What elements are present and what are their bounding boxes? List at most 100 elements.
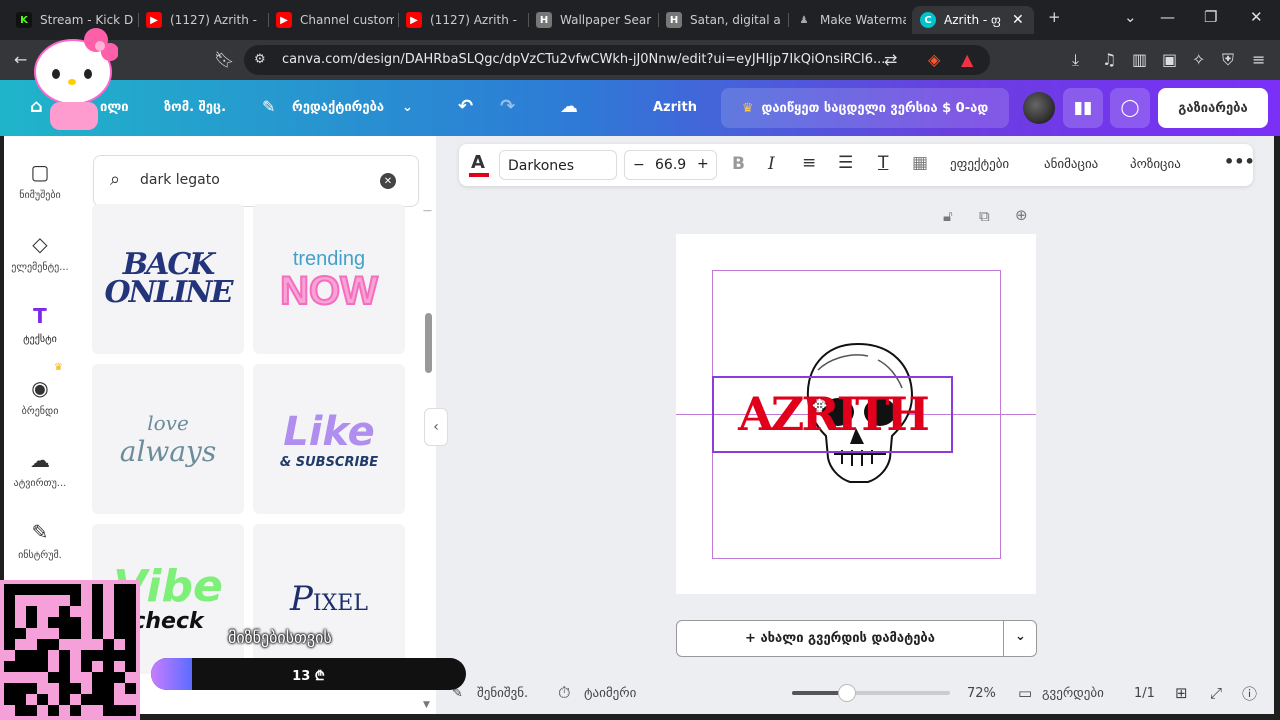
search-query: dark legato xyxy=(140,172,220,188)
rail-templates[interactable]: ▢ ნიმუშები xyxy=(4,160,76,201)
tab-6[interactable]: ♟ Make Waterma xyxy=(796,6,906,34)
help-icon[interactable]: ⓘ xyxy=(1242,683,1257,704)
tab-active-canva[interactable]: C Azrith - ფ ✕ xyxy=(912,6,1034,34)
templates-icon: ▢ xyxy=(30,160,50,184)
add-page-button[interactable]: + ახალი გვერდის დამატება ⌄ xyxy=(676,620,1037,657)
rail-brand[interactable]: ◉ ბრენდი xyxy=(4,376,76,417)
insights-icon[interactable]: ▮▮ xyxy=(1063,88,1103,128)
edit-menu[interactable]: რედაქტირება xyxy=(292,100,384,115)
vpn-icon[interactable]: ⛨ xyxy=(1222,50,1234,70)
transparency-icon[interactable]: ▦ xyxy=(912,153,928,173)
close-window-icon[interactable]: ✕ xyxy=(1250,8,1263,26)
menu-icon[interactable]: ≡ xyxy=(1252,50,1265,69)
lock-icon[interactable]: 🔓︎ xyxy=(943,207,953,225)
search-icon: ⌕ xyxy=(110,169,121,190)
rail-uploads[interactable]: ☁ ატვირთუ... xyxy=(4,448,76,489)
rail-label: ნიმუშები xyxy=(19,190,61,201)
tab-1[interactable]: ▶ (1127) Azrith - xyxy=(146,6,264,34)
chevron-down-icon[interactable]: ⌄ xyxy=(1015,629,1026,644)
wallet-icon[interactable]: ▣ xyxy=(1162,50,1177,69)
text-color-button[interactable]: A xyxy=(471,152,485,173)
close-tab-icon[interactable]: ✕ xyxy=(1012,12,1024,28)
comment-icon[interactable]: ◯ xyxy=(1110,88,1150,128)
tab-4[interactable]: H Wallpaper Sear xyxy=(536,6,654,34)
zoom-level[interactable]: 72% xyxy=(967,686,996,701)
youtube-icon: ▶ xyxy=(406,12,422,28)
position-button[interactable]: პოზიცია xyxy=(1130,157,1181,172)
fullscreen-icon[interactable]: ⤢ xyxy=(1210,684,1222,702)
minimize-icon[interactable]: — xyxy=(1160,8,1175,26)
new-tab-icon[interactable]: + xyxy=(1048,8,1061,26)
download-icon[interactable]: ⤓ xyxy=(1072,50,1079,70)
qr-code xyxy=(0,580,140,720)
hello-kitty-sticker xyxy=(34,28,118,130)
pencil-icon: ✎ xyxy=(262,97,276,116)
upgrade-button[interactable]: ♛ დაიწყეთ საცდელი ვერსია $ 0-ად xyxy=(721,88,1009,128)
tab-search-icon[interactable]: ⌄ xyxy=(1124,8,1137,26)
site-info-icon[interactable]: ⚙ xyxy=(254,52,266,67)
crown-icon: ♛ xyxy=(741,100,754,116)
redo-icon[interactable]: ↷ xyxy=(500,96,515,117)
text-style-tile[interactable]: Like & SUBSCRIBE xyxy=(253,364,405,514)
animate-button[interactable]: ანიმაცია xyxy=(1044,157,1098,172)
elements-icon: ◇ xyxy=(32,232,48,256)
bookmark-icon[interactable]: 🔖︎ xyxy=(214,50,234,69)
restore-icon[interactable]: ❐ xyxy=(1204,8,1217,26)
back-icon[interactable]: ← xyxy=(14,50,27,69)
text-style-tile[interactable]: trending NOW xyxy=(253,204,405,354)
font-dropdown[interactable]: Darkones xyxy=(499,150,617,180)
rail-elements[interactable]: ◇ ელემენტე... xyxy=(4,232,76,273)
font-size-value[interactable]: 66.9 xyxy=(655,157,686,173)
rail-tools[interactable]: ✎ ინსტრუმ. xyxy=(4,520,76,561)
chevron-down-icon[interactable]: ⌄ xyxy=(402,100,413,115)
panel-scrollbar[interactable] xyxy=(425,313,432,373)
tab-5[interactable]: H Satan, digital a xyxy=(666,6,784,34)
more-options-icon[interactable]: ••• xyxy=(1224,152,1255,171)
text-style-tile[interactable]: love always xyxy=(92,364,244,514)
media-icon[interactable]: ♫ xyxy=(1102,50,1116,69)
scroll-up-icon[interactable]: — xyxy=(423,206,432,216)
avatar[interactable] xyxy=(1023,92,1055,124)
brave-rewards-icon[interactable]: ▲ xyxy=(961,50,973,69)
effects-button[interactable]: ეფექტები xyxy=(950,157,1009,172)
notes-button[interactable]: შენიშვნ. xyxy=(477,686,528,701)
canvas-text[interactable]: AZRITH xyxy=(712,384,953,444)
add-page-icon[interactable]: ⊕ xyxy=(1015,206,1028,224)
italic-icon[interactable]: I xyxy=(768,154,775,174)
clear-search-icon[interactable]: ✕ xyxy=(380,173,396,189)
list-icon[interactable]: ☰ xyxy=(838,153,853,173)
project-name[interactable]: Azrith xyxy=(653,100,697,115)
page-counter[interactable]: 1/1 xyxy=(1134,686,1155,701)
share-button[interactable]: გაზიარება xyxy=(1158,88,1268,128)
collapse-panel-button[interactable]: ‹ xyxy=(424,408,448,446)
align-center-icon[interactable]: ≡ xyxy=(802,153,816,173)
leo-ai-icon[interactable]: ✧ xyxy=(1192,50,1205,69)
scroll-down-icon[interactable]: ▼ xyxy=(423,700,430,710)
sidebar-icon[interactable]: ▥ xyxy=(1132,50,1147,69)
tab-title: Make Waterma xyxy=(820,13,906,27)
brave-shield-icon[interactable]: ◈ xyxy=(928,50,940,69)
search-input[interactable]: ⌕ dark legato ✕ xyxy=(93,155,419,207)
tab-3[interactable]: ▶ (1127) Azrith - xyxy=(406,6,524,34)
undo-icon[interactable]: ↶ xyxy=(458,96,473,117)
file-menu[interactable]: ზომ. შეც. xyxy=(164,100,226,115)
translate-icon[interactable]: ⇄ xyxy=(884,50,897,69)
tab-2[interactable]: ▶ Channel custom xyxy=(276,6,394,34)
zoom-slider[interactable] xyxy=(792,684,950,702)
spacing-icon[interactable]: T xyxy=(878,153,888,173)
rail-text[interactable]: T ტექსტი xyxy=(4,304,76,345)
bold-icon[interactable]: B xyxy=(732,154,745,174)
move-icon[interactable]: ✥ xyxy=(812,396,827,417)
cloud-save-icon[interactable]: ☁ xyxy=(560,96,578,117)
decrease-size-icon[interactable]: − xyxy=(633,157,645,173)
pages-button[interactable]: გვერდები xyxy=(1042,686,1104,701)
tile-line: trending xyxy=(292,247,366,270)
duplicate-page-icon[interactable]: ⧉ xyxy=(979,207,990,225)
timer-button[interactable]: ტაიმერი xyxy=(584,686,636,701)
text-style-tile[interactable]: BACK ONLINE xyxy=(92,204,244,354)
grid-view-icon[interactable]: ⊞ xyxy=(1175,684,1188,702)
tile-line: NOW xyxy=(279,268,379,313)
text-style-tile[interactable]: PIXEL xyxy=(253,524,405,674)
font-size-stepper[interactable]: − 66.9 + xyxy=(624,150,717,180)
increase-size-icon[interactable]: + xyxy=(697,156,709,172)
